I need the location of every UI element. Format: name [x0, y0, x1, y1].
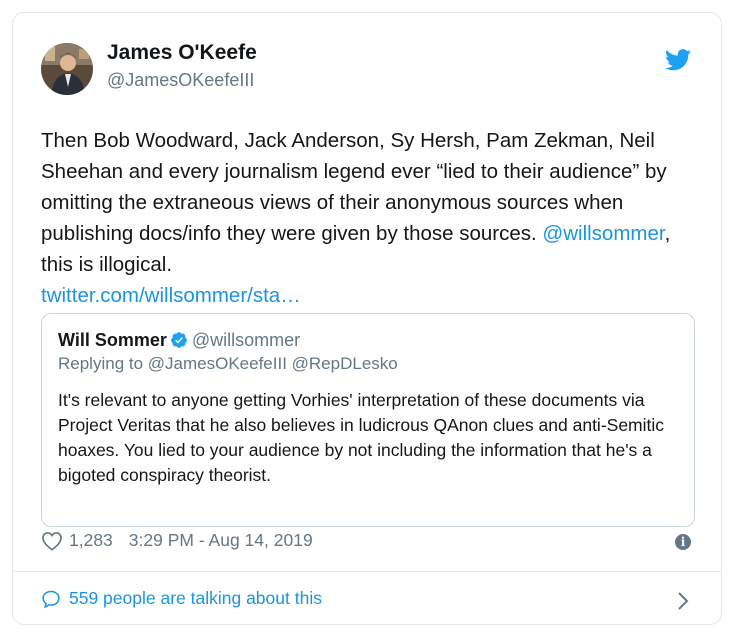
heart-icon[interactable] [41, 531, 63, 551]
tweet-text: Then Bob Woodward, Jack Anderson, Sy Her… [41, 125, 701, 311]
footer-divider [13, 571, 721, 572]
tweet-meta: 1,283 3:29 PM - Aug 14, 2019 [41, 530, 313, 551]
author-name[interactable]: James O'Keefe [107, 41, 257, 65]
info-icon[interactable]: i [675, 534, 691, 550]
chevron-right-icon[interactable] [677, 591, 689, 611]
twitter-bird-icon[interactable] [665, 49, 691, 71]
tweet-url-link[interactable]: twitter.com/willsommer/sta… [41, 284, 301, 307]
quoted-author-name[interactable]: Will Sommer [58, 330, 167, 350]
comment-bubble-icon [42, 590, 60, 608]
replying-to-line: Replying to @JamesOKeefeIII @RepDLesko [58, 354, 398, 373]
embedded-tweet-card: James O'Keefe @JamesOKeefeIII Then Bob W… [12, 12, 722, 625]
talking-count-text: 559 people are talking about this [69, 588, 322, 608]
quoted-author-handle[interactable]: @willsommer [192, 330, 300, 350]
author-handle[interactable]: @JamesOKeefeIII [107, 70, 254, 91]
conversation-link[interactable]: 559 people are talking about this [41, 588, 322, 609]
mention-link[interactable]: @willsommer [542, 222, 664, 245]
tweet-timestamp[interactable]: 3:29 PM - Aug 14, 2019 [129, 530, 313, 551]
quoted-tweet-text: It's relevant to anyone getting Vorhies'… [58, 390, 665, 485]
author-avatar[interactable] [41, 43, 93, 95]
like-count[interactable]: 1,283 [69, 530, 113, 551]
quoted-tweet-header: Will Sommer @willsommer [58, 328, 678, 352]
verified-badge-icon [171, 332, 187, 348]
quoted-tweet[interactable]: Will Sommer @willsommer Replying to @Jam… [41, 313, 695, 527]
